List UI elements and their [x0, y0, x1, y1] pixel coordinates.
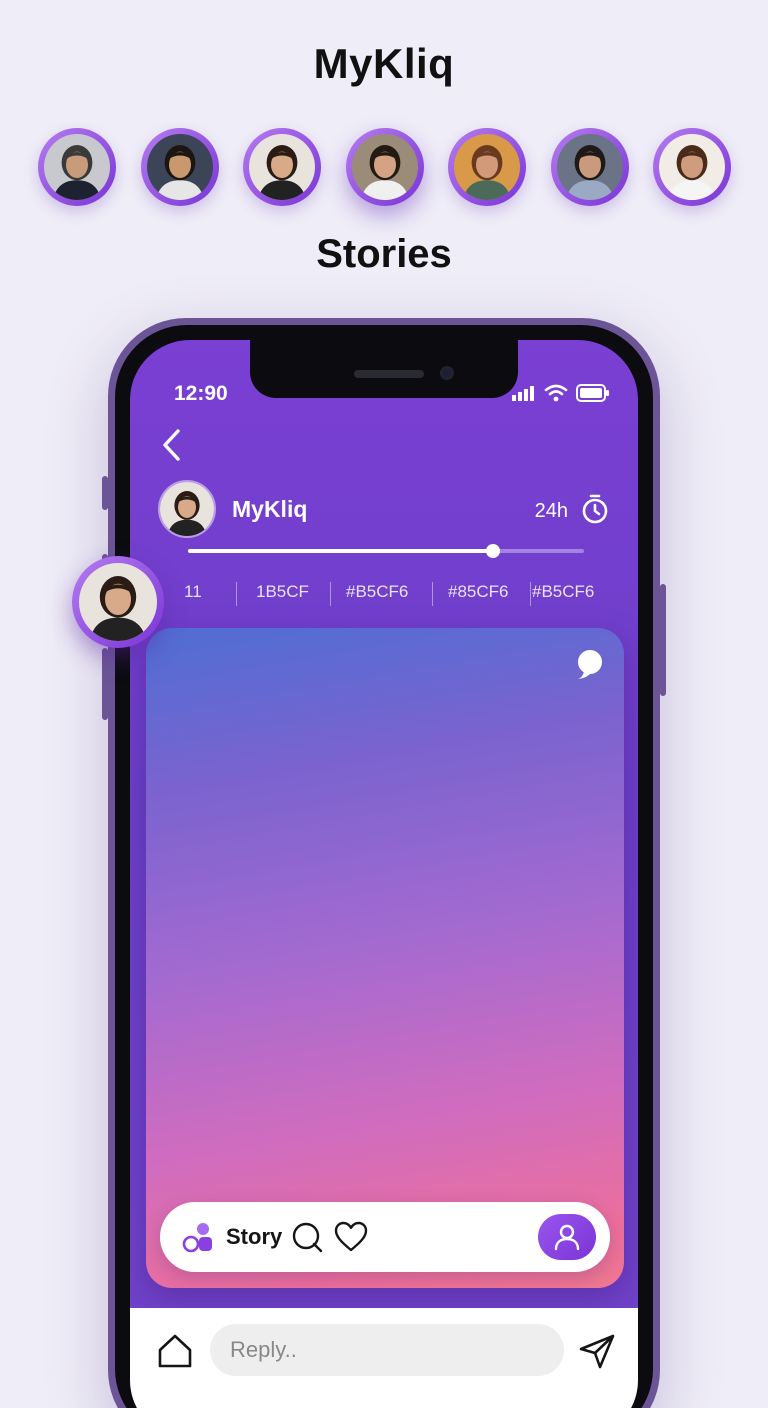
reply-bar: [130, 1308, 638, 1408]
status-icons: [512, 384, 610, 407]
tag-divider: [432, 582, 433, 606]
story-author-avatar[interactable]: [158, 480, 216, 538]
phone-screen: 12:90 MyKliq 24h 11 1B5CF #B5CF6 #85CF6 #B5C…: [130, 340, 638, 1408]
story-avatar[interactable]: [550, 128, 629, 206]
tag-divider: [236, 582, 237, 606]
timer-icon: [580, 494, 610, 524]
notch: [250, 340, 518, 398]
tag-item[interactable]: #B5CF6: [532, 582, 594, 602]
chat-bubble-icon[interactable]: [574, 648, 606, 680]
phone-mockup: 12:90 MyKliq 24h 11 1B5CF #B5CF6 #85CF6 #B5C…: [102, 318, 666, 1408]
stories-section-title: Stories: [316, 232, 452, 276]
tag-divider: [530, 582, 531, 606]
comment-icon[interactable]: [290, 1220, 324, 1254]
story-avatar[interactable]: [345, 128, 424, 206]
avatar-photo: [146, 134, 213, 200]
stories-row: [0, 128, 768, 206]
home-icon[interactable]: [156, 1332, 194, 1370]
phone-power-button: [660, 584, 666, 696]
profile-icon: [554, 1224, 580, 1251]
tag-item[interactable]: 11: [184, 582, 202, 602]
avatar-photo: [659, 134, 725, 200]
story-progress-bar[interactable]: [188, 544, 584, 558]
tag-item[interactable]: #85CF6: [448, 582, 508, 602]
tag-item[interactable]: 1B5CF: [256, 582, 309, 602]
story-avatar[interactable]: [38, 128, 116, 206]
status-time: 12:90: [174, 382, 228, 405]
front-camera: [440, 366, 454, 380]
shapes-icon[interactable]: [182, 1222, 214, 1254]
tag-divider: [330, 582, 331, 606]
story-avatar[interactable]: [448, 128, 526, 206]
chevron-left-icon[interactable]: [158, 428, 186, 462]
story-progress-knob[interactable]: [485, 544, 500, 558]
avatar-photo: [249, 134, 315, 200]
tag-item[interactable]: #B5CF6: [346, 582, 408, 602]
speaker: [354, 370, 424, 378]
profile-button[interactable]: [538, 1214, 596, 1260]
reply-input[interactable]: [210, 1324, 564, 1376]
battery-icon: [576, 384, 610, 407]
phone-volume-down: [102, 648, 108, 720]
story-avatar[interactable]: [140, 128, 219, 206]
wifi-icon: [544, 384, 568, 407]
avatar-photo: [44, 134, 110, 200]
avatar-photo: [351, 134, 418, 200]
story-card[interactable]: Story: [146, 628, 624, 1288]
heart-icon[interactable]: [334, 1221, 368, 1253]
tag-row: 11 1B5CF #B5CF6 #85CF6 #B5CF6: [130, 580, 638, 610]
signal-icon: [512, 385, 536, 406]
phone-silent-switch: [102, 476, 108, 510]
story-author-name: MyKliq: [232, 496, 308, 522]
avatar-photo: [454, 134, 520, 200]
story-avatar[interactable]: [653, 128, 731, 206]
floating-story-avatar[interactable]: [72, 556, 164, 648]
story-label[interactable]: Story: [226, 1224, 282, 1250]
story-duration: 24h: [534, 500, 568, 522]
avatar-photo: [556, 134, 623, 200]
send-icon[interactable]: [578, 1332, 616, 1370]
story-progress-fill: [188, 549, 493, 553]
story-avatar[interactable]: [243, 128, 321, 206]
story-action-bar: Story: [160, 1202, 610, 1272]
app-title: MyKliq: [313, 40, 455, 87]
